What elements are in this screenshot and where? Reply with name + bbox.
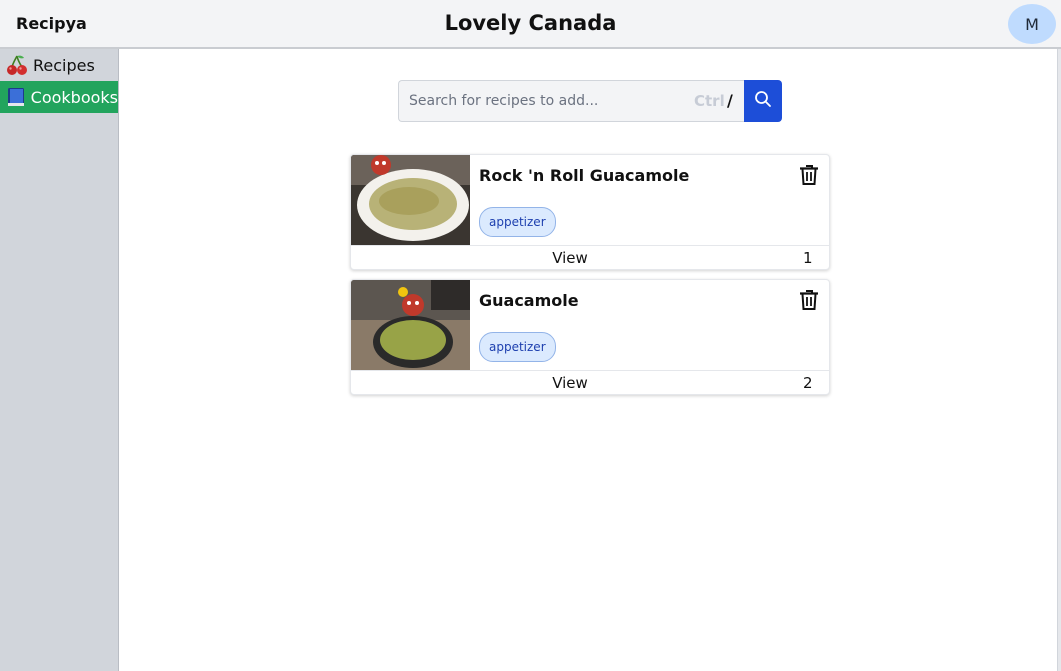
sidebar-item-recipes[interactable]: Recipes	[0, 49, 118, 81]
shortcut-key-hint: /	[727, 91, 733, 110]
cherries-icon	[4, 52, 30, 78]
search-input[interactable]	[399, 81, 689, 121]
book-icon	[4, 84, 28, 110]
recipe-name[interactable]: Guacamole	[479, 291, 579, 310]
view-button[interactable]: View	[351, 374, 789, 392]
sidebar: Recipes Cookbooks	[0, 49, 119, 671]
recipe-name[interactable]: Rock 'n Roll Guacamole	[479, 166, 689, 185]
recipe-card: Guacamole appetizer View 2	[350, 279, 830, 395]
recipe-card: Rock 'n Roll Guacamole appetizer View 1	[350, 154, 830, 270]
sidebar-item-label: Recipes	[33, 55, 95, 75]
category-tag[interactable]: appetizer	[479, 332, 556, 362]
category-tag[interactable]: appetizer	[479, 207, 556, 237]
search-icon	[754, 90, 772, 112]
sidebar-item-label: Cookbooks	[30, 87, 118, 107]
recipe-card-footer: View 1	[351, 245, 829, 269]
sidebar-item-cookbooks[interactable]: Cookbooks	[0, 81, 118, 113]
recipe-position: 2	[803, 374, 813, 392]
search-bar: Ctrl /	[398, 80, 782, 122]
trash-icon[interactable]	[799, 289, 819, 311]
top-bar: Recipya Lovely Canada M	[0, 0, 1061, 49]
search-field: Ctrl /	[398, 80, 745, 122]
view-button[interactable]: View	[351, 249, 789, 267]
recipe-card-footer: View 2	[351, 370, 829, 394]
trash-icon[interactable]	[799, 164, 819, 186]
shortcut-ctrl-hint: Ctrl	[694, 92, 725, 110]
search-button[interactable]	[744, 80, 782, 122]
recipe-image[interactable]	[351, 155, 470, 245]
recipe-image[interactable]	[351, 280, 470, 370]
avatar[interactable]: M	[1008, 4, 1056, 44]
scrollbar[interactable]	[1057, 49, 1061, 671]
page-title: Lovely Canada	[444, 11, 617, 35]
recipe-position: 1	[803, 249, 813, 267]
